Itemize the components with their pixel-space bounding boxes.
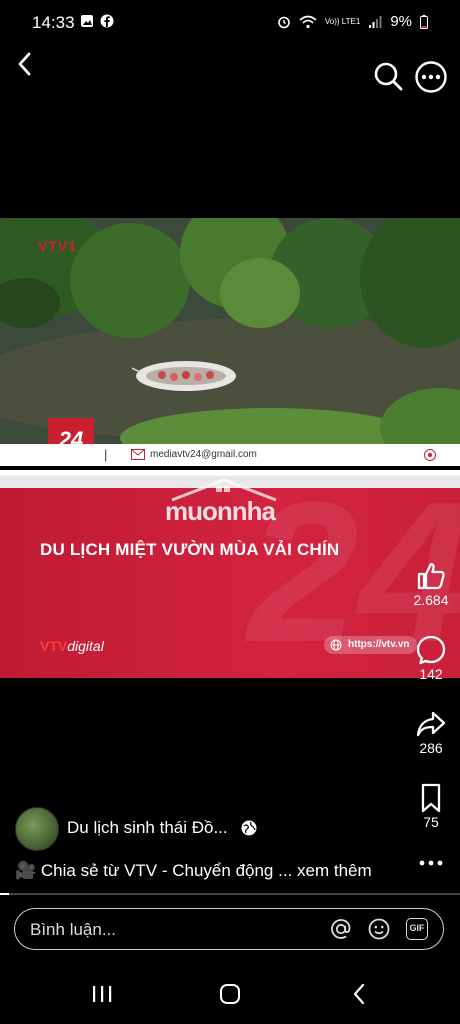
video-headline: DU LỊCH MIỆT VƯỜN MÙA VẢI CHÍN (40, 540, 340, 559)
gallery-icon (81, 15, 93, 27)
video-player[interactable]: VTV1 24 | mediavtv24@gmail.com 24 muonnh… (0, 218, 460, 678)
watermark: muonnha (165, 496, 276, 526)
signal-icon (369, 15, 382, 28)
post-caption[interactable]: 🎥 Chia sẻ từ VTV - Chuyển động ... xem t… (15, 861, 372, 881)
more-icon[interactable] (414, 60, 448, 94)
wifi-icon (299, 15, 317, 28)
contact-email: mediavtv24@gmail.com (150, 449, 257, 460)
like-button[interactable]: 2.684 (407, 560, 455, 608)
more-options-icon[interactable] (419, 855, 443, 871)
gif-icon[interactable]: GIF (406, 918, 428, 940)
video-progress-fill (0, 893, 10, 895)
vtv-digital-logo: VTVdigital (40, 638, 104, 654)
headline-panel: 24 muonnha DU LỊCH MIỆT VƯỜN MÙA VẢI CHÍ… (0, 461, 460, 678)
like-icon (417, 562, 445, 590)
channel-name[interactable]: Du lịch sinh thái Đồ... (67, 818, 228, 838)
comment-button[interactable]: 142 (407, 634, 455, 682)
system-back-icon[interactable] (351, 983, 367, 1005)
comment-input[interactable]: Bình luận... GIF (14, 908, 444, 950)
search-icon[interactable] (372, 60, 404, 92)
share-icon (416, 711, 446, 737)
home-icon[interactable] (219, 983, 241, 1005)
like-count: 2.684 (413, 592, 449, 608)
at-icon[interactable] (329, 917, 353, 941)
channel-avatar[interactable] (15, 807, 59, 851)
save-count: 75 (423, 814, 439, 830)
network-label: Vo)) LTE1 (324, 16, 361, 26)
bookmark-icon (421, 783, 441, 813)
facebook-icon (100, 14, 114, 28)
globe-icon (330, 639, 342, 651)
video-progress-bar[interactable] (0, 893, 460, 895)
alarm-icon (278, 16, 290, 28)
battery-percent: 9% (390, 13, 412, 30)
boat (132, 361, 236, 391)
channel-logo: VTV1 (38, 238, 78, 254)
url-pill: https://vtv.vn (324, 636, 418, 654)
share-count: 286 (419, 740, 443, 756)
video-url: https://vtv.vn (348, 639, 410, 650)
save-button[interactable]: 75 (407, 782, 455, 830)
comment-icon (416, 635, 446, 665)
recent-apps-icon[interactable] (91, 984, 113, 1004)
status-right: Vo)) LTE1 9% (277, 13, 428, 30)
comment-count: 142 (419, 666, 443, 682)
comment-placeholder: Bình luận... (30, 920, 117, 939)
status-bar: 14:33 Vo)) LTE1 9% (0, 0, 460, 44)
notification-icons (80, 14, 114, 28)
battery-icon (420, 14, 428, 29)
share-button[interactable]: 286 (407, 708, 455, 756)
emoji-icon[interactable] (367, 917, 391, 941)
public-globe-icon (241, 820, 257, 836)
back-icon[interactable] (12, 50, 40, 78)
system-nav-bar (0, 970, 460, 1024)
mail-icon (131, 449, 145, 460)
status-time: 14:33 (32, 13, 75, 32)
